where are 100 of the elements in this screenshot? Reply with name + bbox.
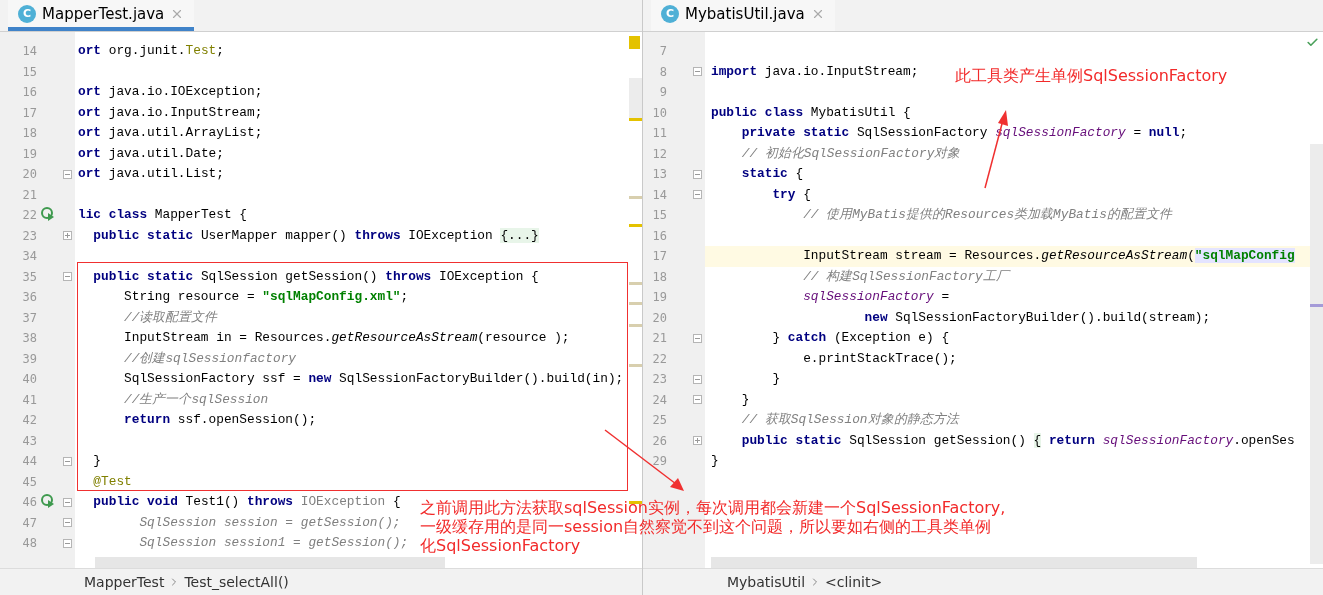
- code-line: try {: [771, 185, 811, 204]
- code-line: }: [740, 390, 750, 409]
- code-line: lic class MapperTest {: [77, 206, 247, 224]
- breadcrumb[interactable]: MybatisUtil: [727, 574, 806, 590]
- horizontal-scrollbar[interactable]: [95, 557, 445, 568]
- line-number: 8: [658, 64, 668, 79]
- code-line: SqlSession session1 = getSession();: [138, 534, 409, 552]
- collapse-icon[interactable]: [693, 67, 702, 77]
- code-line: }: [710, 452, 719, 470]
- line-number: 15: [651, 208, 668, 223]
- code-line: }: [771, 370, 781, 388]
- code-line: sqlSessionFactory =: [802, 288, 950, 306]
- line-number: 19: [21, 146, 38, 161]
- code-line: ort java.util.Date;: [77, 144, 224, 163]
- line-number: 37: [21, 310, 38, 325]
- line-number: 40: [21, 372, 38, 387]
- collapse-icon[interactable]: [63, 272, 72, 282]
- collapse-icon[interactable]: [693, 190, 702, 200]
- class-icon: C: [661, 4, 679, 23]
- code-line: public static SqlSession getSession() { return sqlSessionFactory.openSes: [740, 431, 1295, 450]
- line-number: 13: [651, 167, 668, 182]
- run-icon[interactable]: [41, 206, 55, 221]
- code-line: String resource = "sqlMapConfig.xml";: [123, 288, 409, 306]
- run-icon[interactable]: [41, 493, 55, 508]
- line-number: 18: [651, 269, 668, 284]
- line-number: 22: [21, 208, 38, 223]
- code-line: // 构建SqlSessionFactory工厂: [802, 267, 1009, 286]
- line-number: 48: [21, 536, 38, 551]
- line-number: 34: [21, 249, 38, 264]
- horizontal-scrollbar[interactable]: [711, 557, 1197, 568]
- collapse-icon[interactable]: [63, 456, 72, 466]
- code-line: ort java.io.InputStream;: [77, 103, 263, 122]
- code-line: // 获取SqlSession对象的静态方法: [740, 411, 959, 429]
- line-number: 14: [21, 44, 38, 59]
- code-line: SqlSession session = getSession();: [138, 513, 401, 532]
- code-line: ort org.junit.Test;: [77, 42, 224, 60]
- code-line: static {: [740, 165, 804, 183]
- editor-tab[interactable]: C MybatisUtil.java: [651, 0, 835, 31]
- expand-icon[interactable]: [63, 231, 72, 241]
- line-number: 11: [651, 126, 668, 141]
- line-number: 9: [658, 85, 668, 100]
- editor-tab[interactable]: C MapperTest.java: [8, 0, 195, 31]
- line-number: 35: [21, 269, 38, 284]
- code-line: ort java.util.List;: [77, 165, 224, 183]
- line-number: 24: [651, 392, 668, 407]
- collapse-icon[interactable]: [693, 333, 702, 343]
- collapse-icon[interactable]: [693, 374, 702, 384]
- code-line: e.printStackTrace();: [802, 349, 957, 368]
- code-line: @Test: [92, 472, 132, 491]
- line-number: 14: [651, 187, 668, 202]
- collapse-icon[interactable]: [63, 538, 72, 548]
- line-number: 45: [21, 474, 38, 489]
- code-line: // 初始化SqlSessionFactory对象: [740, 144, 961, 163]
- line-number: 23: [651, 372, 668, 387]
- line-number: 10: [651, 105, 668, 120]
- line-number: 21: [21, 187, 38, 202]
- code-line: //创建sqlSessionfactory: [123, 349, 296, 368]
- line-number: 17: [21, 105, 38, 120]
- code-line: new SqlSessionFactoryBuilder().build(stream);: [863, 308, 1211, 327]
- line-number: 16: [651, 228, 668, 243]
- breadcrumb[interactable]: Test_selectAll(): [184, 574, 289, 590]
- code-line: public static UserMapper mapper() throws IOException {...}: [92, 226, 539, 245]
- code-line: ort java.io.IOException;: [77, 83, 263, 101]
- breadcrumb[interactable]: MapperTest: [84, 574, 165, 590]
- line-number: 44: [21, 454, 38, 469]
- line-number: 38: [21, 331, 38, 346]
- collapse-icon[interactable]: [63, 518, 72, 528]
- line-number: 43: [21, 433, 38, 448]
- line-number: 46: [21, 495, 38, 510]
- line-number: 12: [651, 146, 668, 161]
- line-number: 36: [21, 290, 38, 305]
- check-icon: [1306, 36, 1319, 49]
- code-line: public static SqlSession getSession() throws IOException {: [92, 267, 539, 286]
- breadcrumb[interactable]: <clinit>: [825, 574, 883, 590]
- collapse-icon[interactable]: [693, 395, 702, 405]
- line-number: 26: [651, 433, 668, 448]
- collapse-icon[interactable]: [63, 497, 72, 507]
- line-number: 17: [651, 249, 668, 264]
- collapse-icon[interactable]: [63, 169, 72, 179]
- line-number: 23: [21, 228, 38, 243]
- code-line: //生产一个sqlSession: [123, 390, 269, 409]
- line-number: 39: [21, 351, 38, 366]
- code-line: // 使用MyBatis提供的Resources类加载MyBatis的配置文件: [802, 206, 1172, 224]
- line-number: 42: [21, 413, 38, 428]
- expand-icon[interactable]: [693, 436, 702, 446]
- class-icon: C: [18, 4, 36, 23]
- code-line: }: [92, 452, 102, 470]
- collapse-icon[interactable]: [693, 169, 702, 179]
- code-line: public class MybatisUtil {: [710, 103, 911, 122]
- line-number: 15: [21, 64, 38, 79]
- line-number: 47: [21, 515, 38, 530]
- code-line: //读取配置文件: [123, 308, 218, 327]
- line-number: 20: [21, 167, 38, 182]
- line-number: 21: [651, 331, 668, 346]
- line-number: 7: [658, 44, 668, 59]
- annotation-note: 之前调用此方法获取sqlSession实例，每次调用都会新建一个SqlSessionFactory, 一级缓存用的是同一session自然察觉不到这个问题，所以要如右侧的工具类单例 化SqlSessionFactory: [420, 498, 1006, 555]
- code-line: SqlSessionFactory ssf = new SqlSessionFactoryBuilder().build(in);: [123, 370, 624, 388]
- code-line: ort java.util.ArrayList;: [77, 124, 263, 142]
- line-number: 19: [651, 290, 668, 305]
- code-line: InputStream in = Resources.getResourceAsStream(resource );: [123, 329, 570, 347]
